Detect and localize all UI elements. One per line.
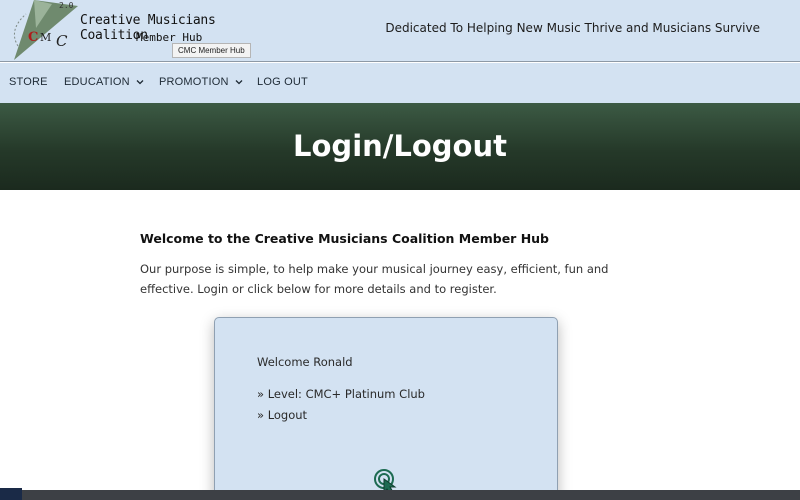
nav-item-label: LOG OUT xyxy=(257,76,308,88)
nav-item-label: PROMOTION xyxy=(159,76,229,88)
bottom-corner xyxy=(0,488,22,500)
welcome-user: Welcome Ronald xyxy=(257,355,353,369)
page-hero: Login/Logout xyxy=(0,103,800,190)
logo-tooltip: CMC Member Hub xyxy=(172,43,251,58)
svg-text:C: C xyxy=(56,32,68,50)
svg-text:M: M xyxy=(40,31,51,44)
bottom-bar xyxy=(0,490,800,500)
chevron-down-icon xyxy=(136,80,144,85)
svg-text:C: C xyxy=(28,30,38,45)
site-header: C M C 2.0 Creative Musicians Coalition M… xyxy=(0,0,800,62)
logo-version: 2.0 xyxy=(59,1,74,10)
welcome-heading: Welcome to the Creative Musicians Coalit… xyxy=(140,231,550,246)
nav-item-label: EDUCATION xyxy=(64,76,130,88)
chevron-down-icon xyxy=(235,80,243,85)
nav-item-logout[interactable]: LOG OUT xyxy=(257,76,308,88)
nav-item-promotion[interactable]: PROMOTION xyxy=(159,76,243,88)
nav-item-education[interactable]: EDUCATION xyxy=(64,76,144,88)
nav-item-label: STORE xyxy=(9,76,48,88)
logout-link[interactable]: » Logout xyxy=(257,408,307,422)
page-title: Login/Logout xyxy=(293,129,507,163)
site-tagline: Dedicated To Helping New Music Thrive an… xyxy=(385,21,760,35)
purpose-text: Our purpose is simple, to help make your… xyxy=(140,262,609,296)
nav-item-store[interactable]: STORE xyxy=(9,76,48,88)
member-card: Welcome Ronald » Level: CMC+ Platinum Cl… xyxy=(214,317,558,500)
main-nav: STORE EDUCATION PROMOTION LOG OUT xyxy=(0,63,800,103)
membership-level-link[interactable]: » Level: CMC+ Platinum Club xyxy=(257,387,425,401)
